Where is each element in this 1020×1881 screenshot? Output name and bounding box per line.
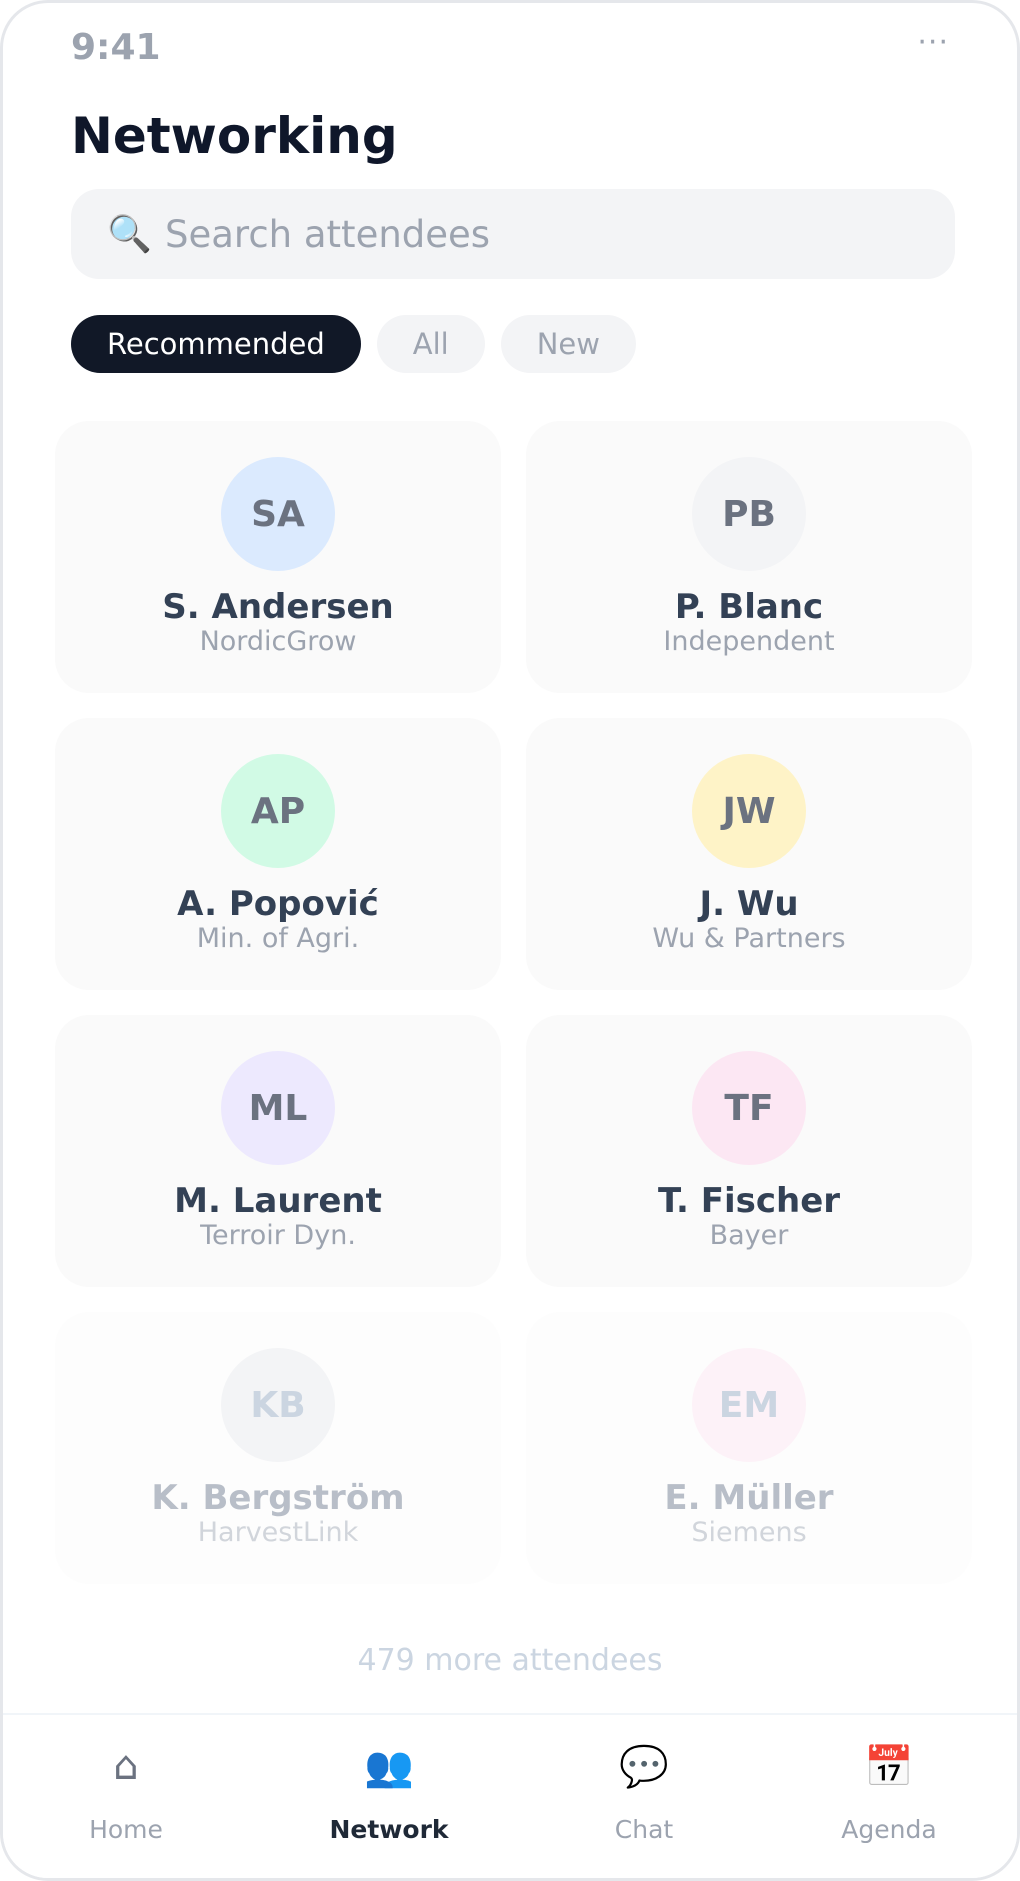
attendee-card[interactable]: JW J. Wu Wu & Partners: [526, 718, 972, 990]
attendee-name: J. Wu: [699, 884, 799, 924]
chat-icon: 💬: [619, 1744, 669, 1790]
attendee-card[interactable]: TF T. Fischer Bayer: [526, 1015, 972, 1287]
attendee-name: E. Müller: [664, 1478, 834, 1518]
tab-network[interactable]: 👥 Network: [289, 1715, 489, 1878]
attendee-name: A. Popović: [177, 884, 379, 924]
attendee-name: M. Laurent: [174, 1181, 382, 1221]
attendee-organization: Min. of Agri.: [196, 923, 360, 954]
attendee-card[interactable]: EM E. Müller Siemens: [526, 1312, 972, 1584]
search-bar[interactable]: 🔍: [71, 189, 955, 279]
page-title: Networking: [71, 107, 398, 165]
tab-label: Agenda: [841, 1815, 937, 1844]
avatar: KB: [221, 1348, 335, 1462]
phone-frame: 9:41 ··· Networking 🔍 Recommended All Ne…: [0, 0, 1020, 1881]
status-bar: 9:41 ···: [3, 3, 1017, 97]
status-time: 9:41: [71, 27, 161, 68]
avatar: EM: [692, 1348, 806, 1462]
more-attendees-link[interactable]: 479 more attendees: [3, 1643, 1017, 1678]
tab-label: Home: [89, 1815, 163, 1844]
avatar: AP: [221, 754, 335, 868]
search-icon: 🔍: [107, 214, 152, 255]
attendee-name: K. Bergström: [151, 1478, 405, 1518]
attendee-organization: Terroir Dyn.: [200, 1220, 356, 1251]
attendee-name: T. Fischer: [657, 1181, 841, 1221]
attendee-organization: Siemens: [691, 1517, 807, 1548]
attendee-name: S. Andersen: [162, 587, 394, 627]
avatar: JW: [692, 754, 806, 868]
avatar: PB: [692, 457, 806, 571]
tab-home[interactable]: ⌂ Home: [26, 1715, 226, 1878]
attendee-organization: Bayer: [709, 1220, 789, 1251]
filter-chip-recommended[interactable]: Recommended: [71, 315, 361, 373]
avatar: SA: [221, 457, 335, 571]
attendee-card[interactable]: AP A. Popović Min. of Agri.: [55, 718, 501, 990]
tab-chat[interactable]: 💬 Chat: [544, 1715, 744, 1878]
attendee-name: P. Blanc: [674, 587, 824, 627]
bottom-tab-bar: ⌂ Home 👥 Network 💬 Chat 📅 Agenda: [3, 1713, 1017, 1878]
filter-chips: Recommended All New: [71, 315, 636, 373]
tab-agenda[interactable]: 📅 Agenda: [789, 1715, 989, 1878]
attendee-organization: NordicGrow: [199, 626, 357, 657]
tab-label: Network: [329, 1815, 449, 1844]
attendee-card[interactable]: KB K. Bergström HarvestLink: [55, 1312, 501, 1584]
filter-chip-all[interactable]: All: [376, 315, 485, 373]
attendee-organization: Independent: [663, 626, 835, 657]
attendee-card[interactable]: ML M. Laurent Terroir Dyn.: [55, 1015, 501, 1287]
home-icon: ⌂: [113, 1743, 139, 1789]
more-options-icon[interactable]: ···: [917, 25, 949, 60]
avatar: ML: [221, 1051, 335, 1165]
tab-label: Chat: [614, 1815, 674, 1844]
filter-chip-new[interactable]: New: [500, 315, 636, 373]
attendee-card[interactable]: SA S. Andersen NordicGrow: [55, 421, 501, 693]
attendee-organization: Wu & Partners: [652, 923, 846, 954]
attendee-organization: HarvestLink: [197, 1517, 359, 1548]
attendee-card[interactable]: PB P. Blanc Independent: [526, 421, 972, 693]
people-icon: 👥: [364, 1744, 414, 1790]
search-input[interactable]: [165, 212, 925, 256]
calendar-icon: 📅: [864, 1744, 914, 1790]
avatar: TF: [692, 1051, 806, 1165]
